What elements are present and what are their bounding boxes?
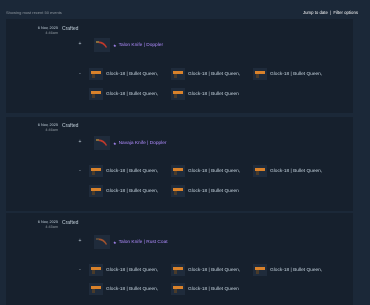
glock-icon — [171, 264, 185, 276]
glock-icon — [89, 88, 103, 100]
jump-to-date-link[interactable]: Jump to date — [303, 10, 328, 15]
gained-item-label: Talon Knife | Rust Coat — [118, 239, 168, 245]
lost-item-label: Glock-18 | Bullet Queen, — [270, 267, 323, 273]
glock-icon — [171, 185, 185, 197]
glock-icon — [89, 185, 103, 197]
event-action: Crafted — [62, 123, 79, 129]
gained-item[interactable]: ★ Navaja Knife | Doppler — [94, 136, 204, 150]
lost-item[interactable]: Glock-18 | Bullet Queen, — [89, 185, 169, 197]
lost-item-label: Glock-18 | Bullet Queen, — [270, 71, 323, 77]
glock-icon — [89, 68, 103, 80]
gained-item-label: Navaja Knife | Doppler — [118, 140, 167, 146]
lost-item[interactable]: Glock-18 | Bullet Queen — [171, 88, 251, 100]
glock-icon — [253, 165, 267, 177]
lost-item[interactable]: Glock-18 | Bullet Queen, — [171, 165, 251, 177]
gained-item-label: Talon Knife | Doppler — [118, 42, 164, 48]
history-header: Showing most recent 50 events Jump to da… — [6, 6, 358, 18]
lost-item-label: Glock-18 | Bullet Queen — [188, 91, 239, 97]
lost-item[interactable]: Glock-18 | Bullet Queen, — [171, 264, 251, 276]
header-links: Jump to date | Filter options — [303, 10, 358, 15]
lost-item-label: Glock-18 | Bullet Queen, — [188, 168, 241, 174]
glock-icon — [253, 68, 267, 80]
event-action: Crafted — [62, 26, 79, 32]
star-icon: ★ — [113, 239, 117, 245]
plus-sign: + — [78, 139, 82, 145]
lost-item-label: Glock-18 | Bullet Queen, — [106, 267, 159, 273]
event-date: 6 Nov, 2025 4:46am — [14, 26, 58, 35]
gained-item[interactable]: ★ Talon Knife | Doppler — [94, 38, 204, 52]
lost-item[interactable]: Glock-18 | Bullet Queen, — [171, 68, 251, 80]
glock-icon — [89, 283, 103, 295]
lost-item[interactable]: Glock-18 | Bullet Queen, — [89, 88, 169, 100]
lost-item[interactable]: Glock-18 | Bullet Queen, — [89, 68, 169, 80]
gained-item-name: ★ Talon Knife | Doppler — [113, 43, 163, 48]
glock-icon — [171, 88, 185, 100]
history-row: 6 Nov, 2025 4:45am Crafted + ★ Talon Kni… — [6, 213, 353, 305]
lost-item-label: Glock-18 | Bullet Queen, — [106, 286, 159, 292]
knife-icon — [94, 136, 110, 150]
time-text: 4:46am — [45, 127, 58, 132]
event-date: 6 Nov, 2025 4:46am — [14, 123, 58, 132]
plus-sign: + — [78, 41, 82, 47]
glock-icon — [171, 283, 185, 295]
lost-item-label: Glock-18 | Bullet Queen, — [270, 168, 323, 174]
events-count: Showing most recent 50 events — [6, 9, 62, 15]
lost-item[interactable]: Glock-18 | Bullet Queen — [171, 283, 251, 295]
lost-item-label: Glock-18 | Bullet Queen, — [106, 188, 159, 194]
star-icon: ★ — [113, 140, 117, 146]
link-separator: | — [330, 9, 332, 15]
lost-item[interactable]: Glock-18 | Bullet Queen, — [253, 165, 333, 177]
filter-options-link[interactable]: Filter options — [333, 10, 358, 15]
history-row: 6 Nov, 2025 4:46am Crafted + ★ Navaja Kn… — [6, 117, 353, 211]
lost-item-label: Glock-18 | Bullet Queen, — [106, 168, 159, 174]
time-text: 4:46am — [45, 30, 58, 35]
date-text: 6 Nov, 2025 — [37, 220, 58, 224]
glock-icon — [89, 264, 103, 276]
knife-icon — [94, 38, 110, 52]
event-date: 6 Nov, 2025 4:45am — [14, 220, 58, 229]
knife-icon — [94, 235, 110, 249]
lost-item-label: Glock-18 | Bullet Queen, — [106, 91, 159, 97]
glock-icon — [253, 264, 267, 276]
star-icon: ★ — [113, 42, 117, 48]
date-text: 6 Nov, 2025 — [37, 123, 58, 127]
history-row: 6 Nov, 2025 4:46am Crafted + ★ Talon Kni… — [6, 19, 353, 113]
glock-icon — [89, 165, 103, 177]
date-text: 6 Nov, 2025 — [37, 26, 58, 30]
lost-item-label: Glock-18 | Bullet Queen — [188, 286, 239, 292]
lost-item-label: Glock-18 | Bullet Queen, — [188, 71, 241, 77]
lost-item-label: Glock-18 | Bullet Queen — [188, 188, 239, 194]
gained-item[interactable]: ★ Talon Knife | Rust Coat — [94, 235, 204, 249]
gained-item-name: ★ Navaja Knife | Doppler — [113, 141, 167, 146]
lost-item[interactable]: Glock-18 | Bullet Queen, — [89, 165, 169, 177]
lost-item[interactable]: Glock-18 | Bullet Queen — [171, 185, 251, 197]
minus-sign: - — [79, 71, 81, 77]
minus-sign: - — [79, 267, 81, 273]
event-action: Crafted — [62, 220, 79, 226]
gained-item-name: ★ Talon Knife | Rust Coat — [113, 240, 168, 245]
lost-item[interactable]: Glock-18 | Bullet Queen, — [89, 264, 169, 276]
glock-icon — [171, 68, 185, 80]
lost-item[interactable]: Glock-18 | Bullet Queen, — [89, 283, 169, 295]
time-text: 4:45am — [45, 224, 58, 229]
lost-item-label: Glock-18 | Bullet Queen, — [188, 267, 241, 273]
minus-sign: - — [79, 168, 81, 174]
plus-sign: + — [78, 238, 82, 244]
lost-item[interactable]: Glock-18 | Bullet Queen, — [253, 68, 333, 80]
lost-item-label: Glock-18 | Bullet Queen, — [106, 71, 159, 77]
glock-icon — [171, 165, 185, 177]
lost-item[interactable]: Glock-18 | Bullet Queen, — [253, 264, 333, 276]
